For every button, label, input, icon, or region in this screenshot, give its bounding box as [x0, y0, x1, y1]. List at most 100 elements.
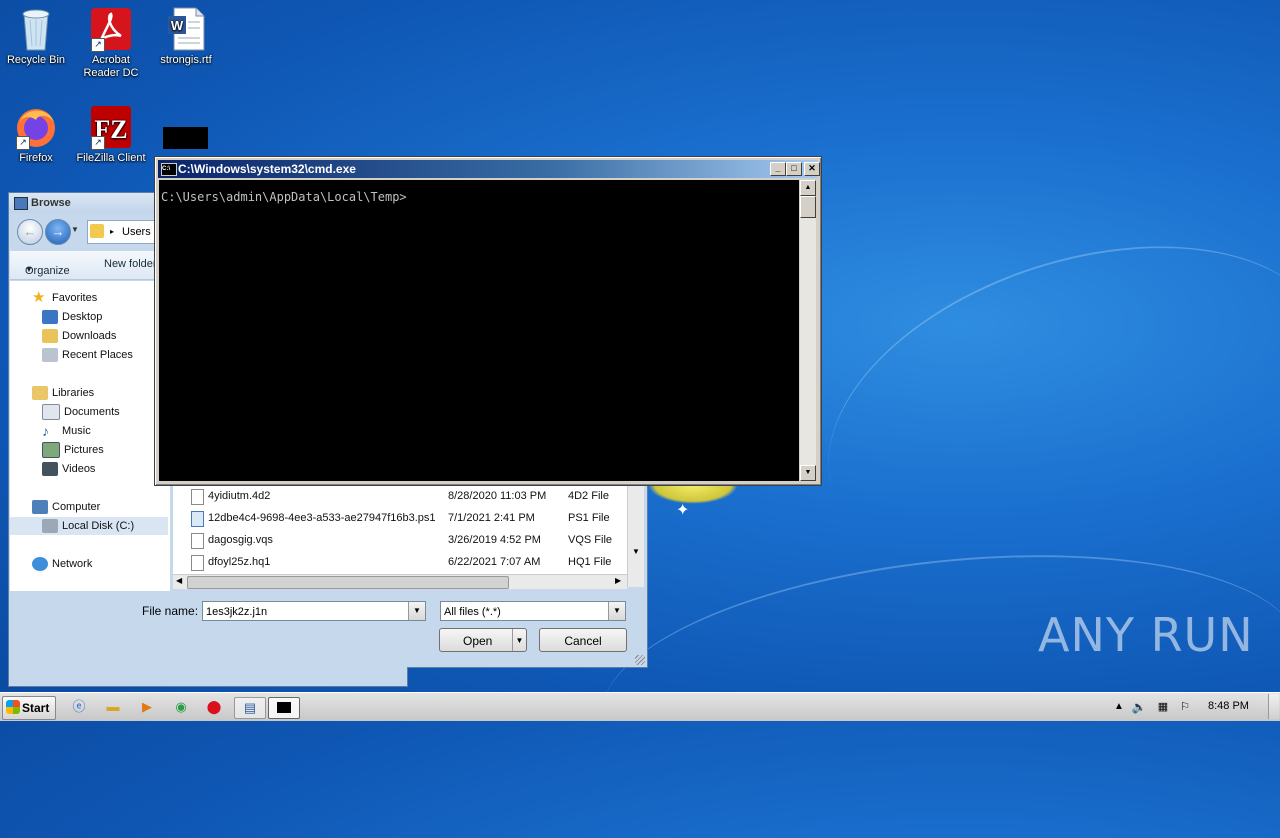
file-date: 6/22/2021 7:07 AM	[448, 556, 541, 568]
nav-desktop[interactable]: Desktop	[42, 308, 102, 326]
file-row[interactable]: dagosgig.vqs 3/26/2019 4:52 PM VQS File	[173, 529, 623, 551]
open-label: Open	[463, 634, 493, 648]
horizontal-scroll-thumb[interactable]	[187, 576, 509, 589]
file-name-input[interactable]: 1es3jk2z.j1n ▼	[202, 601, 426, 621]
nav-favorites[interactable]: ★ Favorites	[32, 289, 97, 307]
libraries-icon	[32, 386, 48, 401]
nav-downloads[interactable]: Downloads	[42, 327, 116, 345]
shortcut-arrow-icon: ↗	[91, 136, 105, 150]
firefox-icon: ↗	[14, 104, 58, 150]
nav-videos[interactable]: Videos	[42, 460, 95, 478]
music-icon: ♪	[42, 423, 49, 440]
file-row[interactable]: 4yidiutm.4d2 8/28/2020 11:03 PM 4D2 File	[173, 485, 623, 507]
browse-title: Browse	[31, 197, 71, 209]
media-player-icon[interactable]: ▶	[136, 697, 158, 717]
scroll-up-arrow-icon[interactable]: ▲	[800, 180, 816, 196]
chevron-right-icon: ▸	[110, 227, 115, 236]
maximize-button[interactable]: □	[786, 162, 802, 176]
nav-music[interactable]: ♪ Music	[42, 422, 91, 440]
close-button[interactable]: ✕	[804, 162, 820, 176]
file-row[interactable]: dfoyl25z.hq1 6/22/2021 7:07 AM HQ1 File	[173, 551, 623, 573]
shortcut-arrow-icon: ↗	[16, 136, 30, 150]
scroll-right-arrow-icon[interactable]: ▶	[615, 576, 621, 585]
file-row[interactable]: 12dbe4c4-9698-4ee3-a533-ae27947f16b3.ps1…	[173, 507, 623, 529]
cmd-title: C:\Windows\system32\cmd.exe	[178, 162, 356, 176]
nav-computer[interactable]: Computer	[32, 498, 100, 516]
desktop-icon	[42, 310, 58, 325]
volume-icon[interactable]: 🔈	[1128, 697, 1150, 717]
nav-libraries[interactable]: Libraries	[32, 384, 94, 402]
console-scrollbar[interactable]: ▲ ▼	[800, 180, 816, 481]
file-name-label: File name:	[142, 604, 199, 618]
file-icon	[191, 555, 204, 571]
acrobat-icon: ↗	[89, 6, 133, 52]
console-scroll-thumb[interactable]	[800, 196, 816, 218]
file-list-horizontal-scrollbar[interactable]: ◀ ▶	[173, 574, 627, 589]
taskbar-clock[interactable]: 8:48 PM	[1208, 700, 1249, 712]
desktop-icon-cmd-thumbnail[interactable]	[163, 127, 208, 149]
scroll-left-arrow-icon[interactable]: ◀	[176, 576, 182, 585]
file-list-vertical-scrollbar[interactable]: ▼	[627, 481, 644, 587]
desktop-icon-recycle-bin[interactable]: Recycle Bin	[0, 6, 72, 67]
filezilla-icon: FZ ↗	[89, 104, 133, 150]
show-desktop-button[interactable]	[1268, 694, 1279, 719]
explorer-icon[interactable]: ▬	[102, 697, 124, 717]
breadcrumb-users[interactable]: Users	[122, 221, 151, 243]
back-button[interactable]: ←	[17, 219, 43, 245]
network-tray-icon[interactable]: ▦	[1152, 697, 1174, 717]
nav-network[interactable]: Network	[32, 555, 92, 573]
nav-pictures[interactable]: Pictures	[42, 441, 104, 459]
file-type-filter[interactable]: All files (*.*) ▼	[440, 601, 626, 621]
pictures-icon	[42, 442, 60, 459]
chrome-icon[interactable]: ◉	[170, 697, 192, 717]
resize-grip[interactable]	[635, 655, 645, 665]
nav-local-disk[interactable]: Local Disk (C:)	[10, 517, 168, 535]
taskbar-cmd-window[interactable]	[268, 697, 300, 719]
nav-documents[interactable]: Documents	[42, 403, 120, 421]
nav-label: Pictures	[64, 444, 104, 456]
minimize-button[interactable]: _	[770, 162, 786, 176]
nav-label: Music	[62, 425, 91, 437]
chevron-down-icon[interactable]: ▼	[408, 602, 425, 620]
show-hidden-icons-button[interactable]: ▲	[1108, 697, 1130, 717]
open-dropdown-arrow[interactable]: ▼	[512, 629, 526, 651]
nav-label: Downloads	[62, 330, 117, 342]
desktop-icon-acrobat[interactable]: ↗ Acrobat Reader DC	[75, 6, 147, 80]
cancel-button[interactable]: Cancel	[539, 628, 627, 652]
chevron-down-icon: ▼	[25, 265, 33, 274]
start-button[interactable]: Start	[2, 696, 56, 720]
scroll-down-arrow-icon[interactable]: ▼	[632, 547, 640, 556]
desktop-icon-firefox[interactable]: ↗ Firefox	[0, 104, 72, 165]
scroll-down-arrow-icon[interactable]: ▼	[800, 465, 816, 481]
file-date: 7/1/2021 2:41 PM	[448, 512, 535, 524]
chevron-down-icon[interactable]: ▼	[608, 602, 625, 620]
downloads-icon	[42, 329, 58, 344]
cmd-window: C:\ C:\Windows\system32\cmd.exe _ □ ✕ C:…	[154, 156, 822, 486]
opera-icon[interactable]: ⬤	[203, 697, 225, 717]
cmd-titlebar[interactable]: C:\ C:\Windows\system32\cmd.exe _ □ ✕	[158, 160, 820, 178]
file-name: 12dbe4c4-9698-4ee3-a533-ae27947f16b3.ps1	[208, 512, 436, 524]
recent-pages-dropdown[interactable]: ▼	[71, 225, 79, 234]
desktop-icon-filezilla[interactable]: FZ ↗ FileZilla Client	[75, 104, 147, 165]
nav-label: Network	[52, 558, 93, 570]
open-button[interactable]: Open ▼	[439, 628, 527, 652]
file-name-value: 1es3jk2z.j1n	[206, 606, 268, 618]
nav-label: Favorites	[52, 292, 98, 304]
forward-button[interactable]: →	[45, 219, 71, 245]
file-name: 4yidiutm.4d2	[208, 490, 271, 502]
documents-icon	[42, 404, 60, 421]
desktop-icon-strongis[interactable]: W strongis.rtf	[150, 6, 222, 67]
new-folder-button[interactable]: New folder	[104, 258, 157, 270]
ie-icon[interactable]: ⓔ	[68, 697, 90, 717]
file-date: 3/26/2019 4:52 PM	[448, 534, 541, 546]
nav-recent-places[interactable]: Recent Places	[42, 346, 133, 364]
taskbar-browse-window[interactable]: ▤	[234, 697, 266, 719]
desktop-icon-label: Recycle Bin	[6, 54, 66, 66]
file-icon	[191, 489, 204, 505]
action-center-flag-icon[interactable]: ⚐	[1174, 697, 1196, 717]
explorer-window-icon	[14, 197, 28, 210]
console-output[interactable]: C:\Users\admin\AppData\Local\Temp>	[159, 180, 799, 481]
nav-label: Local Disk (C:)	[62, 520, 135, 532]
background-window-edge	[8, 667, 408, 687]
svg-text:W: W	[171, 18, 184, 33]
